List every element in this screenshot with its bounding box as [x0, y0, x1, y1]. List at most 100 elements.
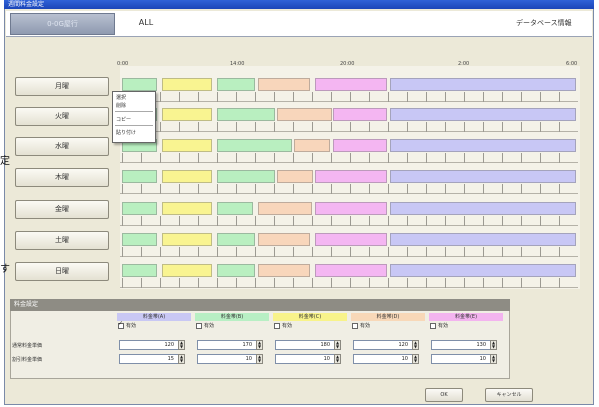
menu-item-select[interactable]: 選択: [116, 94, 126, 101]
rate-segment-peach[interactable]: [294, 139, 330, 152]
rate-segment-yellow[interactable]: [162, 78, 212, 91]
rate-segment-yellow[interactable]: [162, 139, 212, 152]
rate-segment-green[interactable]: [217, 78, 255, 91]
rate-segment-green[interactable]: [217, 108, 275, 121]
spinner-icon[interactable]: ▲ ▼: [178, 340, 185, 350]
rate-segment-peach[interactable]: [277, 108, 332, 121]
rate-segment-green[interactable]: [122, 170, 157, 183]
rate-segment-green[interactable]: [122, 202, 157, 215]
time-tick: [293, 184, 294, 194]
time-tick: [369, 247, 370, 257]
price-input[interactable]: 10: [197, 354, 263, 364]
time-tick: [407, 247, 408, 257]
day-button-saturday[interactable]: 土曜: [15, 231, 109, 250]
price-input[interactable]: 180: [275, 340, 341, 350]
menu-item-delete[interactable]: 削除: [116, 102, 126, 109]
rate-segment-lavender[interactable]: [390, 170, 576, 183]
rate-segment-lavender[interactable]: [390, 264, 576, 277]
cancel-button[interactable]: キャンセル: [485, 388, 533, 402]
enable-checkbox-b[interactable]: 有効: [196, 322, 214, 329]
time-tick: [445, 278, 446, 288]
tab-group[interactable]: 0-0G屋行: [10, 13, 115, 35]
time-tick: [388, 92, 389, 102]
checkbox-box[interactable]: [430, 322, 436, 329]
rate-segment-green[interactable]: [217, 202, 253, 215]
rate-segment-pink[interactable]: [315, 170, 387, 183]
rate-segment-green[interactable]: [217, 264, 255, 277]
spinner-icon[interactable]: ▲ ▼: [490, 340, 497, 350]
price-input[interactable]: 10: [353, 354, 419, 364]
spinner-icon[interactable]: ▲ ▼: [412, 340, 419, 350]
menu-item-copy[interactable]: コピー: [116, 116, 131, 123]
day-button-wednesday[interactable]: 水曜: [15, 137, 109, 156]
enable-checkbox-c[interactable]: 有効: [274, 322, 292, 329]
rate-segment-peach[interactable]: [277, 170, 313, 183]
rate-segment-green[interactable]: [122, 233, 157, 246]
rate-segment-pink[interactable]: [315, 264, 387, 277]
price-input[interactable]: 10: [275, 354, 341, 364]
rate-segment-yellow[interactable]: [162, 202, 212, 215]
rate-segment-peach[interactable]: [258, 264, 310, 277]
rate-segment-lavender[interactable]: [390, 108, 576, 121]
rate-segment-green[interactable]: [217, 170, 275, 183]
rate-segment-lavender[interactable]: [390, 139, 576, 152]
price-input[interactable]: 170: [197, 340, 263, 350]
rate-segment-yellow[interactable]: [162, 264, 212, 277]
database-info-link[interactable]: データベース情報: [516, 18, 572, 28]
rate-segment-pink[interactable]: [333, 108, 387, 121]
time-tick: [483, 153, 484, 163]
time-tick: [293, 278, 294, 288]
price-input[interactable]: 130: [431, 340, 497, 350]
rate-segment-lavender[interactable]: [390, 233, 576, 246]
tab-all[interactable]: ALL: [116, 13, 176, 35]
rate-segment-green[interactable]: [122, 264, 157, 277]
spinner-icon[interactable]: ▲ ▼: [334, 354, 341, 364]
spinner-icon[interactable]: ▲ ▼: [490, 354, 497, 364]
day-button-tuesday[interactable]: 火曜: [15, 107, 109, 126]
spinner-icon[interactable]: ▲ ▼: [256, 340, 263, 350]
enable-checkbox-d[interactable]: 有効: [352, 322, 370, 329]
time-tick: [445, 184, 446, 194]
rate-segment-pink[interactable]: [315, 233, 387, 246]
rate-segment-green[interactable]: [217, 233, 255, 246]
time-tick: [521, 153, 522, 163]
price-input[interactable]: 10: [431, 354, 497, 364]
price-input[interactable]: 120: [119, 340, 185, 350]
checkbox-box[interactable]: [274, 322, 280, 329]
rate-segment-yellow[interactable]: [162, 233, 212, 246]
checkbox-box[interactable]: [352, 322, 358, 329]
rate-segment-peach[interactable]: [258, 202, 312, 215]
rate-segment-green[interactable]: [122, 78, 157, 91]
day-button-monday[interactable]: 月曜: [15, 77, 109, 96]
spinner-icon[interactable]: ▲ ▼: [256, 354, 263, 364]
spinner-icon[interactable]: ▲ ▼: [178, 354, 185, 364]
day-button-friday[interactable]: 金曜: [15, 200, 109, 219]
rate-segment-lavender[interactable]: [390, 78, 576, 91]
day-button-sunday[interactable]: 日曜: [15, 262, 109, 281]
time-tick: [293, 153, 294, 163]
time-tick: [217, 247, 218, 257]
rate-segment-yellow[interactable]: [162, 170, 212, 183]
rate-segment-peach[interactable]: [258, 78, 310, 91]
menu-item-paste[interactable]: 貼り付け: [116, 129, 136, 136]
rate-segment-lavender[interactable]: [390, 202, 576, 215]
time-tick: [331, 278, 332, 288]
time-tick-row: [120, 216, 578, 226]
time-tick: [217, 122, 218, 132]
price-input[interactable]: 15: [119, 354, 185, 364]
rate-segment-pink[interactable]: [315, 202, 387, 215]
rate-segment-green[interactable]: [217, 139, 292, 152]
day-button-thursday[interactable]: 木曜: [15, 168, 109, 187]
enable-checkbox-e[interactable]: 有効: [430, 322, 448, 329]
rate-segment-yellow[interactable]: [162, 108, 212, 121]
time-tick: [445, 153, 446, 163]
rate-segment-pink[interactable]: [315, 78, 387, 91]
rate-segment-peach[interactable]: [258, 233, 310, 246]
spinner-icon[interactable]: ▲ ▼: [412, 354, 419, 364]
column-header-c: 料金帯(C): [298, 314, 322, 320]
price-input[interactable]: 120: [353, 340, 419, 350]
spinner-icon[interactable]: ▲ ▼: [334, 340, 341, 350]
checkbox-box[interactable]: [196, 322, 202, 329]
ok-button[interactable]: OK: [425, 388, 463, 402]
rate-segment-pink[interactable]: [333, 139, 387, 152]
